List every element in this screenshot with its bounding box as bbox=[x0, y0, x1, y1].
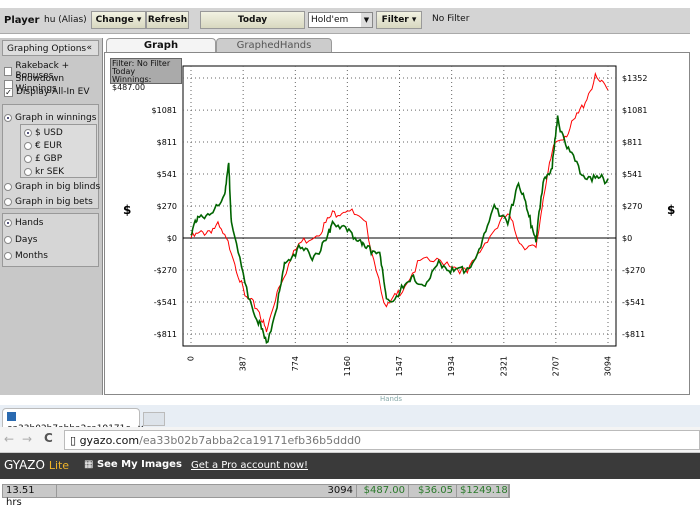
player-label: Player bbox=[4, 15, 40, 26]
x-tick-label: 2707 bbox=[551, 356, 560, 376]
y-tick-label-left: $270 bbox=[157, 202, 177, 211]
y-tick-label-left: $811 bbox=[157, 138, 177, 147]
new-tab-button[interactable] bbox=[143, 412, 165, 426]
chart-svg: 0 387 774 1160 1547 1934 2321 2707 3094 -$811 -$81… bbox=[123, 65, 675, 376]
y-tick-label-right: -$270 bbox=[622, 266, 645, 275]
radio-eur[interactable]: € EUR bbox=[24, 141, 62, 151]
page-icon: ▯ bbox=[70, 434, 80, 447]
y-tick-label-right: -$541 bbox=[622, 298, 645, 307]
status-hands: 3094 bbox=[321, 485, 357, 497]
y-tick-label-right: $270 bbox=[622, 202, 642, 211]
x-tick-label: 0 bbox=[187, 356, 196, 361]
url-input[interactable]: ▯ gyazo.com/ea33b02b7abba2ca19171efb36b5… bbox=[64, 430, 700, 450]
y-tick-label-right: $541 bbox=[622, 170, 642, 179]
address-bar-row: ← → C ▯ gyazo.com/ea33b02b7abba2ca19171e… bbox=[0, 427, 700, 453]
winnings-line bbox=[190, 115, 609, 344]
tab-graphed-hands[interactable]: GraphedHands bbox=[216, 38, 332, 52]
refresh-button[interactable]: Refresh bbox=[146, 11, 189, 29]
x-tick-label: 2321 bbox=[499, 356, 508, 376]
info-winnings: Winnings: $487.00 bbox=[112, 75, 152, 92]
graphing-options-panel: Graphing Options « Rakeback + Bonuses Sho… bbox=[0, 38, 103, 395]
x-tick-label: 1160 bbox=[343, 356, 352, 376]
radio-hands[interactable]: Hands bbox=[4, 218, 43, 228]
browser-tab[interactable]: ea33b02b7abba2ca19171e× bbox=[2, 408, 144, 434]
forward-icon[interactable]: → bbox=[22, 432, 32, 446]
radio-usd[interactable]: $ USD bbox=[24, 128, 63, 138]
y-tick-label-left: $541 bbox=[157, 170, 177, 179]
options-header: Graphing Options « bbox=[2, 40, 99, 56]
game-select[interactable]: Hold'em ▼ bbox=[308, 12, 373, 28]
browser-tabstrip: ea33b02b7abba2ca19171e× bbox=[0, 405, 700, 434]
y-tick-label-right: -$811 bbox=[622, 330, 645, 339]
today-button[interactable]: Today bbox=[200, 11, 305, 29]
winnings-graph: 0 387 774 1160 1547 1934 2321 2707 3094 -$811 -$81… bbox=[104, 52, 690, 395]
y-tick-label-left: $1081 bbox=[152, 106, 177, 115]
favicon-icon bbox=[7, 412, 16, 421]
y-tick-label-left: -$270 bbox=[154, 266, 177, 275]
player-value: hu (Alias) bbox=[44, 15, 87, 25]
radio-months[interactable]: Months bbox=[4, 251, 48, 261]
y-tick-label-left: -$811 bbox=[154, 330, 177, 339]
chart-info-box: Filter: No Filter Today Winnings: $487.00 bbox=[110, 58, 182, 92]
tab-graph[interactable]: Graph bbox=[106, 38, 216, 52]
status-rakeback: $36.05 bbox=[409, 485, 457, 497]
radio-days[interactable]: Days bbox=[4, 235, 37, 245]
back-icon[interactable]: ← bbox=[4, 432, 14, 446]
radio-big-blinds[interactable]: Graph in big blinds bbox=[4, 182, 100, 192]
radio-sek[interactable]: kr SEK bbox=[24, 167, 64, 177]
radio-big-bets[interactable]: Graph in big bets bbox=[4, 197, 93, 207]
x-tick-label: 387 bbox=[239, 356, 248, 371]
checkbox-allin-ev[interactable]: ✓ Display All-In EV bbox=[4, 87, 90, 97]
y-tick-label-left: -$541 bbox=[154, 298, 177, 307]
x-tick-label: 774 bbox=[291, 356, 300, 371]
pro-account-link[interactable]: Get a Pro account now! bbox=[191, 460, 308, 471]
grid-icon: ▦ bbox=[84, 459, 97, 470]
filter-status: No Filter bbox=[432, 14, 470, 24]
status-winnings: $487.00 bbox=[357, 485, 409, 497]
gyazo-bar: GYAZO Lite ▦ See My Images Get a Pro acc… bbox=[0, 453, 700, 479]
checkmark-icon[interactable]: ✓ bbox=[4, 87, 13, 97]
filter-button[interactable]: Filter ▾ bbox=[376, 11, 422, 29]
y-axis-label-right: $ bbox=[667, 203, 675, 217]
gyazo-logo[interactable]: GYAZO Lite bbox=[4, 458, 69, 472]
chevron-down-icon[interactable]: ▼ bbox=[361, 13, 372, 27]
reload-icon[interactable]: C bbox=[44, 431, 53, 445]
change-button[interactable]: Change ▾ bbox=[91, 11, 146, 29]
xaxis-label: Hands bbox=[380, 395, 403, 403]
status-time: 13.51 hrs bbox=[3, 485, 57, 508]
radio-gbp[interactable]: £ GBP bbox=[24, 154, 62, 164]
y-axis-label-left: $ bbox=[123, 203, 131, 217]
y-tick-label-right: $0 bbox=[622, 234, 632, 243]
y-tick-label-right: $1081 bbox=[622, 106, 647, 115]
status-allin-ev: $1249.18 bbox=[457, 485, 509, 497]
toolbar: Player hu (Alias) Change ▾ Refresh Today… bbox=[0, 8, 690, 34]
x-tick-label: 1547 bbox=[395, 356, 404, 376]
x-tick-label: 3094 bbox=[604, 356, 613, 376]
see-my-images-link[interactable]: ▦ See My Images bbox=[84, 459, 182, 470]
radio-winnings[interactable]: Graph in winnings bbox=[4, 113, 96, 123]
y-tick-label-right: $811 bbox=[622, 138, 642, 147]
y-tick-label-left: $0 bbox=[167, 234, 177, 243]
collapse-icon[interactable]: « bbox=[86, 43, 92, 53]
status-bar: 13.51 hrs 3094 $487.00 $36.05 $1249.18 bbox=[2, 484, 510, 508]
x-tick-label: 1934 bbox=[447, 356, 456, 376]
y-tick-label-right: $1352 bbox=[622, 74, 647, 83]
